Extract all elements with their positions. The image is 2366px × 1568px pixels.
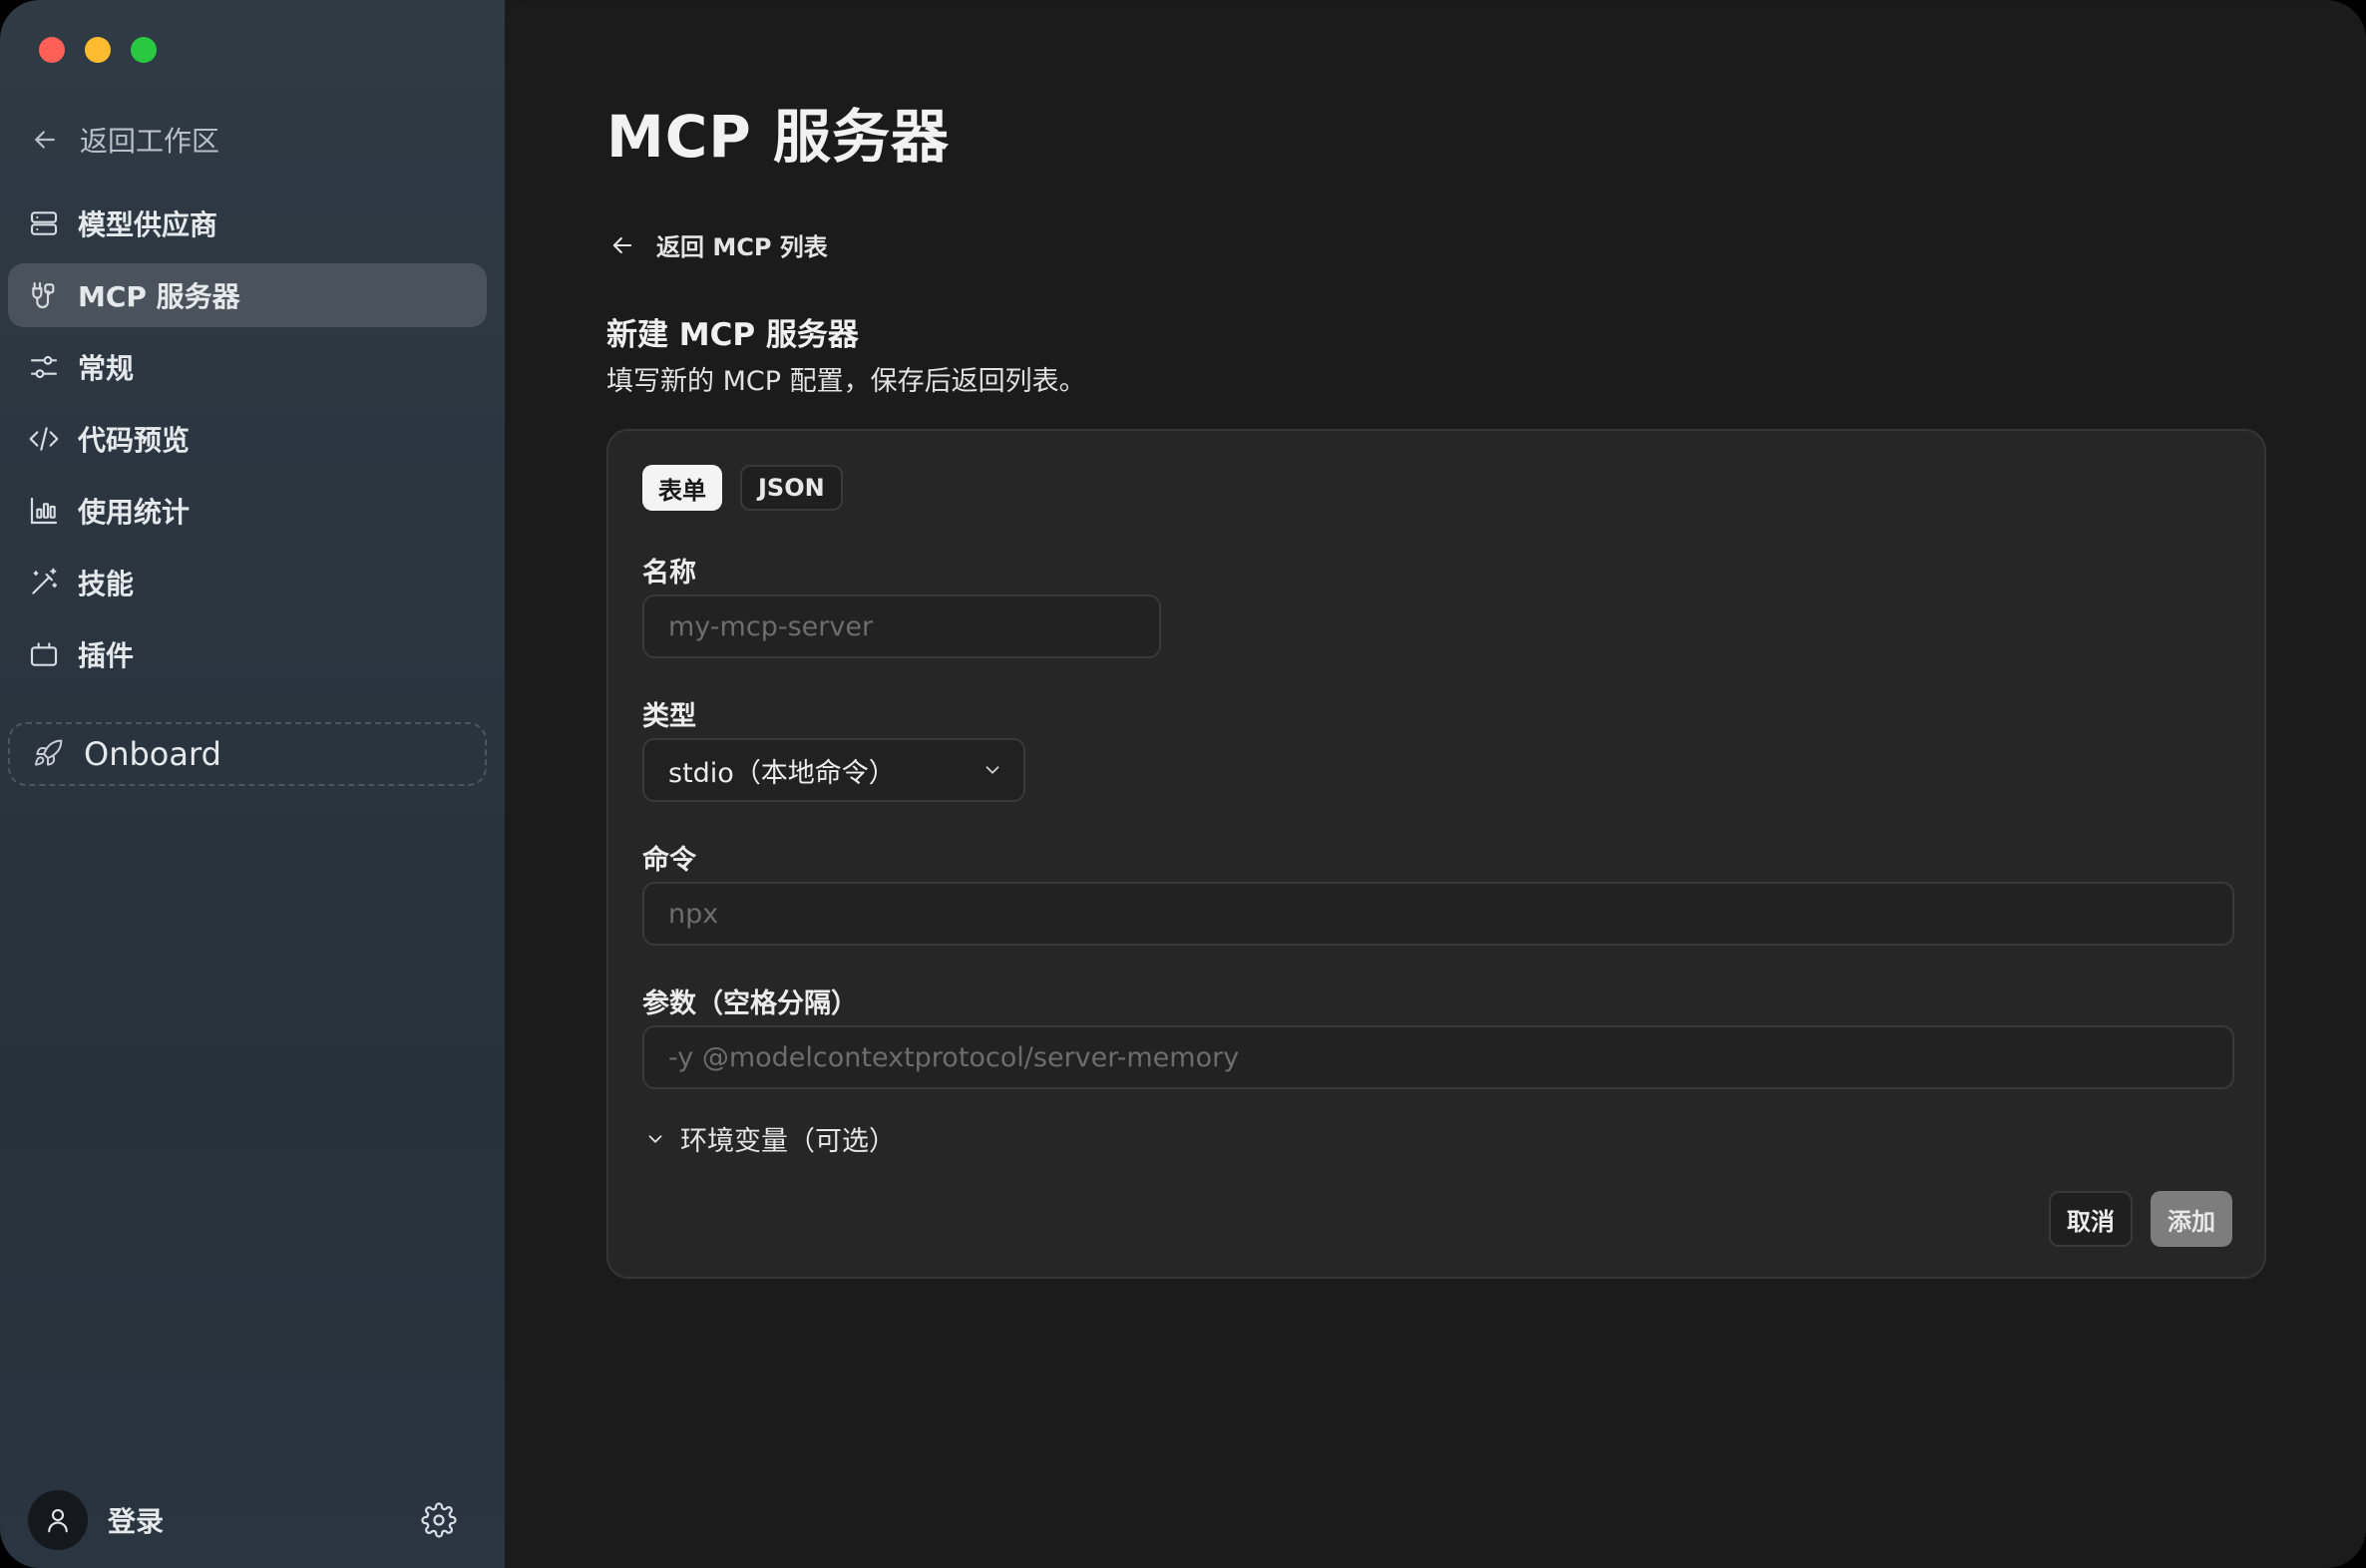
sidebar-item-skills[interactable]: 技能 — [8, 551, 487, 614]
sidebar-item-label: 插件 — [78, 639, 135, 672]
sidebar: 返回工作区 模型供应商 MCP 服务器 常规 代码预览 使用统计 技能 插件 O… — [0, 0, 505, 1568]
form-mode-tabs: 表单 JSON — [642, 465, 843, 511]
back-to-mcp-list-link[interactable]: 返回 MCP 列表 — [608, 227, 828, 262]
section-description: 填写新的 MCP 配置，保存后返回列表。 — [606, 366, 1086, 397]
avatar — [28, 1490, 88, 1550]
chevron-down-icon — [648, 1134, 662, 1143]
env-vars-label: 环境变量（可选） — [680, 1126, 896, 1157]
sidebar-item-label: 模型供应商 — [78, 208, 218, 241]
type-select[interactable]: stdio（本地命令） — [642, 738, 1025, 802]
back-to-workspace-label: 返回工作区 — [80, 125, 220, 158]
plug-icon — [32, 281, 55, 308]
sidebar-item-general[interactable]: 常规 — [8, 335, 487, 399]
sliders-icon — [30, 355, 58, 379]
wand-icon — [32, 568, 58, 594]
rocket-icon — [35, 739, 63, 766]
page-title: MCP 服务器 — [606, 103, 950, 171]
args-label: 参数（空格分隔） — [642, 988, 858, 1019]
name-placeholder: my-mcp-server — [668, 610, 874, 642]
server-icon — [30, 211, 58, 235]
plugin-icon — [30, 642, 58, 666]
back-to-mcp-list-label: 返回 MCP 列表 — [656, 233, 828, 261]
name-label: 名称 — [642, 558, 696, 588]
onboard-label: Onboard — [84, 735, 221, 773]
type-select-value: stdio（本地命令） — [668, 757, 896, 789]
login-label: 登录 — [108, 1505, 165, 1538]
login-button[interactable]: 登录 — [28, 1490, 164, 1550]
sidebar-item-label: 常规 — [78, 352, 135, 385]
sidebar-item-plugins[interactable]: 插件 — [8, 622, 487, 686]
sidebar-item-mcp-servers[interactable]: MCP 服务器 — [8, 263, 487, 327]
sidebar-item-label: MCP 服务器 — [78, 280, 240, 313]
cancel-button[interactable]: 取消 — [2049, 1191, 2133, 1247]
sidebar-item-label: 技能 — [78, 568, 135, 600]
command-label: 命令 — [642, 845, 696, 876]
code-icon — [29, 427, 59, 451]
tab-json[interactable]: JSON — [740, 465, 843, 511]
add-button[interactable]: 添加 — [2151, 1191, 2232, 1247]
args-placeholder: -y @modelcontextprotocol/server-memory — [668, 1041, 1240, 1073]
arrow-left-icon — [35, 131, 55, 149]
minimize-window-button[interactable] — [85, 37, 111, 63]
sidebar-item-model-providers[interactable]: 模型供应商 — [8, 192, 487, 255]
close-window-button[interactable] — [39, 37, 65, 63]
sidebar-item-usage-stats[interactable]: 使用统计 — [8, 479, 487, 543]
arrow-left-icon — [612, 236, 632, 253]
args-input[interactable]: -y @modelcontextprotocol/server-memory — [642, 1025, 2234, 1089]
window-controls — [39, 37, 157, 63]
env-vars-toggle[interactable]: 环境变量（可选） — [644, 1119, 896, 1158]
gear-icon[interactable] — [421, 1502, 457, 1538]
chevron-down-icon — [986, 766, 999, 774]
sidebar-item-label: 使用统计 — [78, 496, 191, 529]
onboard-button[interactable]: Onboard — [8, 722, 487, 786]
command-placeholder: npx — [668, 898, 719, 930]
name-input[interactable]: my-mcp-server — [642, 594, 1161, 658]
main-content: MCP 服务器 返回 MCP 列表 新建 MCP 服务器 填写新的 MCP 配置… — [505, 4, 2366, 1568]
bar-chart-icon — [30, 497, 58, 525]
zoom-window-button[interactable] — [131, 37, 157, 63]
sidebar-nav: 模型供应商 MCP 服务器 常规 代码预览 使用统计 技能 插件 — [8, 192, 487, 694]
type-label: 类型 — [642, 701, 696, 732]
sidebar-item-label: 代码预览 — [78, 424, 191, 457]
back-to-workspace-link[interactable]: 返回工作区 — [30, 118, 219, 162]
section-title: 新建 MCP 服务器 — [606, 317, 859, 353]
tab-form[interactable]: 表单 — [642, 465, 722, 511]
user-icon — [48, 1508, 68, 1533]
app-window: 返回工作区 模型供应商 MCP 服务器 常规 代码预览 使用统计 技能 插件 O… — [0, 0, 2366, 1568]
command-input[interactable]: npx — [642, 882, 2234, 946]
sidebar-item-code-preview[interactable]: 代码预览 — [8, 407, 487, 471]
mcp-form-card: 表单 JSON 名称 my-mcp-server 类型 stdio（本地命令） … — [606, 429, 2266, 1279]
